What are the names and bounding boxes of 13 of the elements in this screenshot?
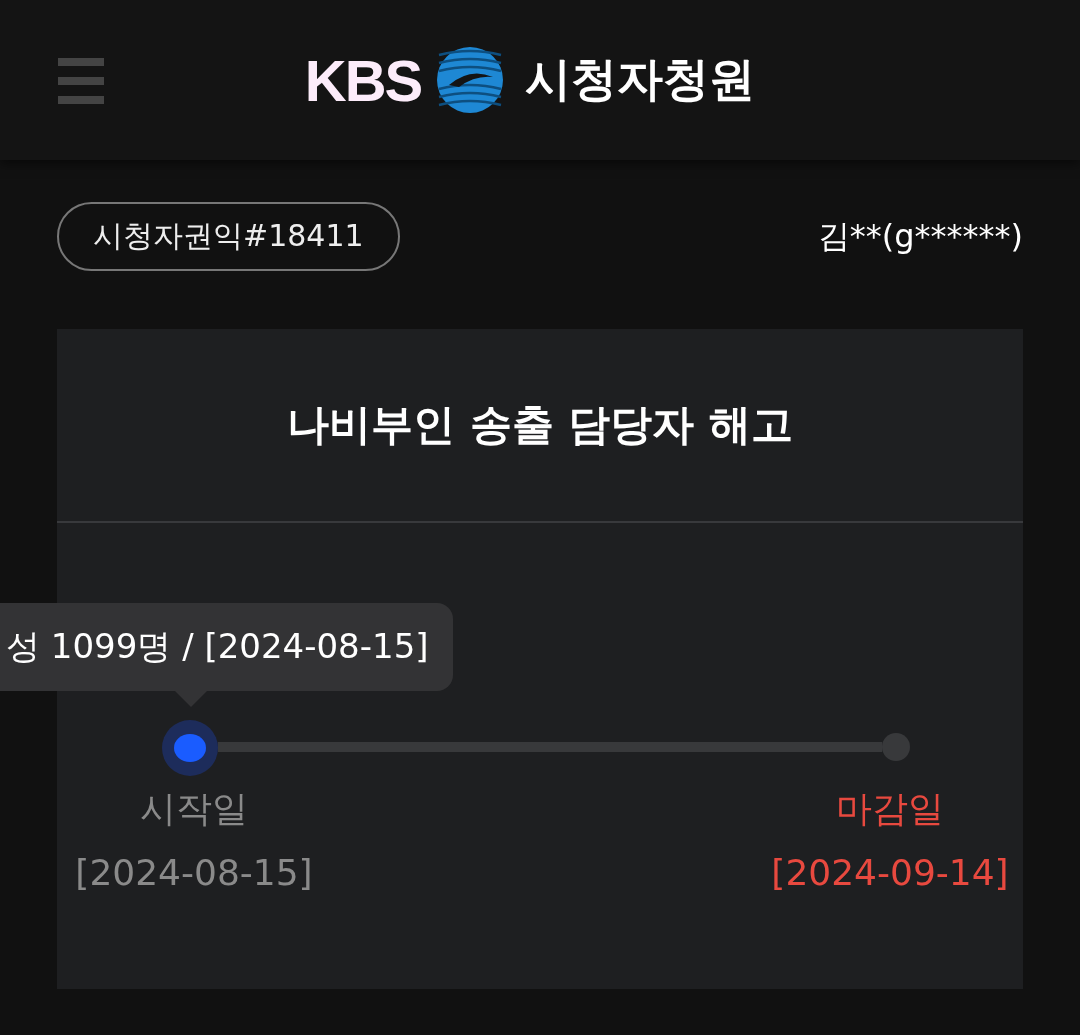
start-date: [2024-08-15] (75, 852, 313, 893)
category-tag: 시청자권익#18411 (57, 202, 400, 271)
menu-icon[interactable] (58, 58, 104, 104)
author-name: 김**(g******) (817, 215, 1023, 257)
page-title: 시청자청원 (525, 51, 756, 108)
logo-text: KBS (304, 46, 422, 114)
start-label: 시작일 (140, 787, 248, 831)
petition-title: 나비부인 송출 담당자 해고 (57, 329, 1023, 523)
globe-logo-icon (435, 45, 506, 115)
end-label: 마감일 (836, 787, 944, 831)
end-point-marker (882, 733, 910, 761)
tooltip: 성 1099명 / [2024-08-15] (0, 603, 453, 691)
end-date: [2024-09-14] (771, 852, 1009, 893)
